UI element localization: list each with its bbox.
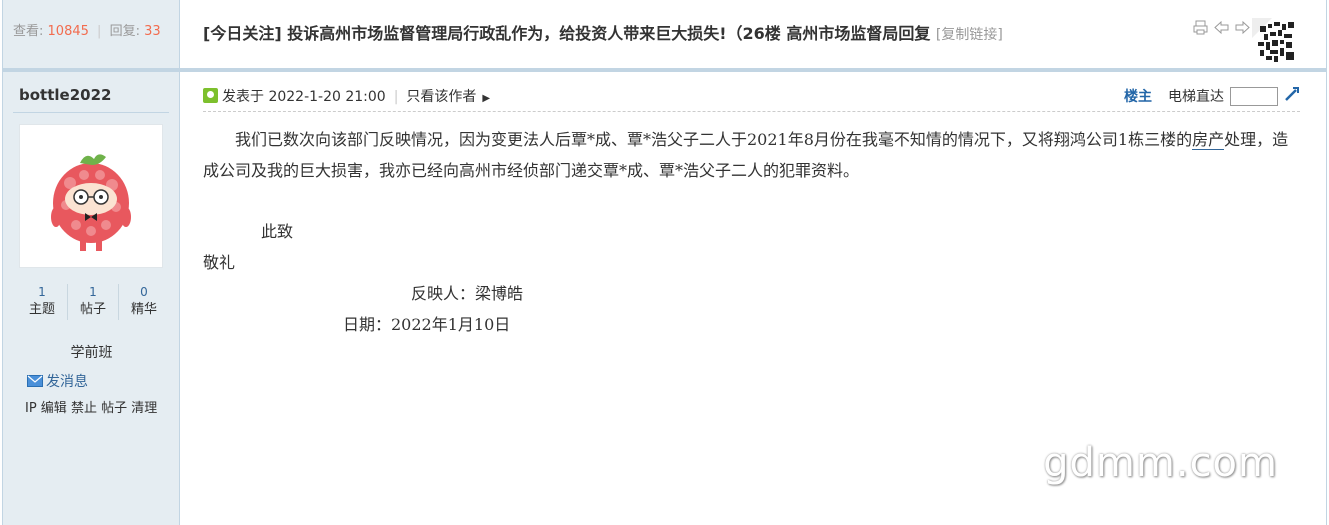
views-count: 10845 xyxy=(47,24,89,39)
salutation-line-2: 敬礼 xyxy=(203,253,236,272)
stat-value: 1 xyxy=(38,285,46,299)
author-stats: 1 主题 1 帖子 0 精华 xyxy=(17,284,169,320)
salutation-line-1: 此致 xyxy=(261,222,294,241)
meta-separator: | xyxy=(393,89,399,105)
thread-tools xyxy=(1193,20,1250,39)
forum-post-page: 查看: 10845 | 回复: 33 [今日关注] 投诉高州市场监督管理局行政乱… xyxy=(2,0,1327,525)
thread-header: [今日关注] 投诉高州市场监督管理局行政乱作为，给投资人带来巨大损失!（26楼 … xyxy=(181,0,1326,68)
avatar-image xyxy=(51,154,131,251)
site-watermark: gdmm.com xyxy=(1043,440,1278,486)
post-meta-bar: 发表于 2022-1-20 21:00 | 只看该作者 ▶ 楼主 电梯直达 xyxy=(203,86,1300,112)
thread-stats: 查看: 10845 | 回复: 33 xyxy=(13,20,161,39)
stat-label: 帖子 xyxy=(79,302,106,317)
send-message-label: 发消息 xyxy=(46,374,88,390)
post-body: 我们已数次向该部门反映情况，因为变更法人后覃*成、覃*浩父子二人于2021年8月… xyxy=(203,124,1300,340)
author-stat-digest[interactable]: 0 精华 xyxy=(119,284,169,320)
stat-value: 0 xyxy=(140,285,148,299)
signer-line: 反映人：梁博皓 xyxy=(411,284,524,303)
mail-icon xyxy=(27,375,43,387)
stat-label: 精华 xyxy=(130,302,157,317)
only-author-link[interactable]: 只看该作者 xyxy=(406,89,476,105)
views-label: 查看: xyxy=(13,24,44,39)
sidebar-divider xyxy=(13,112,169,113)
stat-value: 1 xyxy=(89,285,97,299)
stats-separator: | xyxy=(97,24,102,39)
post-paragraph: 我们已数次向该部门反映情况，因为变更法人后覃*成、覃*浩父子二人于2021年8月… xyxy=(203,124,1300,186)
avatar[interactable] xyxy=(19,124,163,268)
author-stat-threads[interactable]: 1 主题 xyxy=(17,284,68,320)
copy-link-button[interactable]: [复制链接] xyxy=(936,27,1003,43)
author-username[interactable]: bottle2022 xyxy=(19,86,111,104)
thread-title-text: [今日关注] 投诉高州市场监督管理局行政乱作为，给投资人带来巨大损失!（26楼 … xyxy=(203,24,931,43)
author-group[interactable]: 学前班 xyxy=(3,342,180,362)
post-time: 发表于 2022-1-20 21:00 xyxy=(222,89,386,105)
post-text: 我们已数次向该部门反映情况，因为变更法人后覃*成、覃*浩父子二人于2021年8月… xyxy=(235,130,1193,149)
floor-jump-input[interactable] xyxy=(1230,86,1278,106)
send-message-link[interactable]: 发消息 xyxy=(27,371,88,391)
replies-count: 33 xyxy=(144,24,161,39)
admin-links[interactable]: IP 编辑 禁止 帖子 清理 xyxy=(25,400,165,418)
replies-label: 回复: xyxy=(109,24,140,39)
go-icon[interactable] xyxy=(1284,86,1300,106)
author-sidebar: bottle2022 1 主题 1 帖子 0 精华 学前班 发消息 IP 编辑 … xyxy=(3,72,180,525)
date-line: 日期：2022年1月10日 xyxy=(343,315,511,334)
thread-stats-panel: 查看: 10845 | 回复: 33 xyxy=(3,0,180,68)
thread-title: [今日关注] 投诉高州市场监督管理局行政乱作为，给投资人带来巨大损失!（26楼 … xyxy=(203,20,1003,44)
qr-code-icon[interactable] xyxy=(1252,18,1298,64)
jump-label: 电梯直达 xyxy=(1168,89,1224,105)
next-thread-icon[interactable] xyxy=(1235,20,1250,39)
keyword-link[interactable]: 房产 xyxy=(1192,130,1225,150)
floor-label[interactable]: 楼主 xyxy=(1124,86,1152,106)
print-icon[interactable] xyxy=(1193,20,1208,39)
prev-thread-icon[interactable] xyxy=(1214,20,1229,39)
stat-label: 主题 xyxy=(28,302,55,317)
triangle-right-icon: ▶ xyxy=(482,93,491,104)
author-stat-posts[interactable]: 1 帖子 xyxy=(68,284,119,320)
online-status-icon xyxy=(203,88,218,103)
floor-nav: 楼主 电梯直达 xyxy=(1124,86,1300,106)
